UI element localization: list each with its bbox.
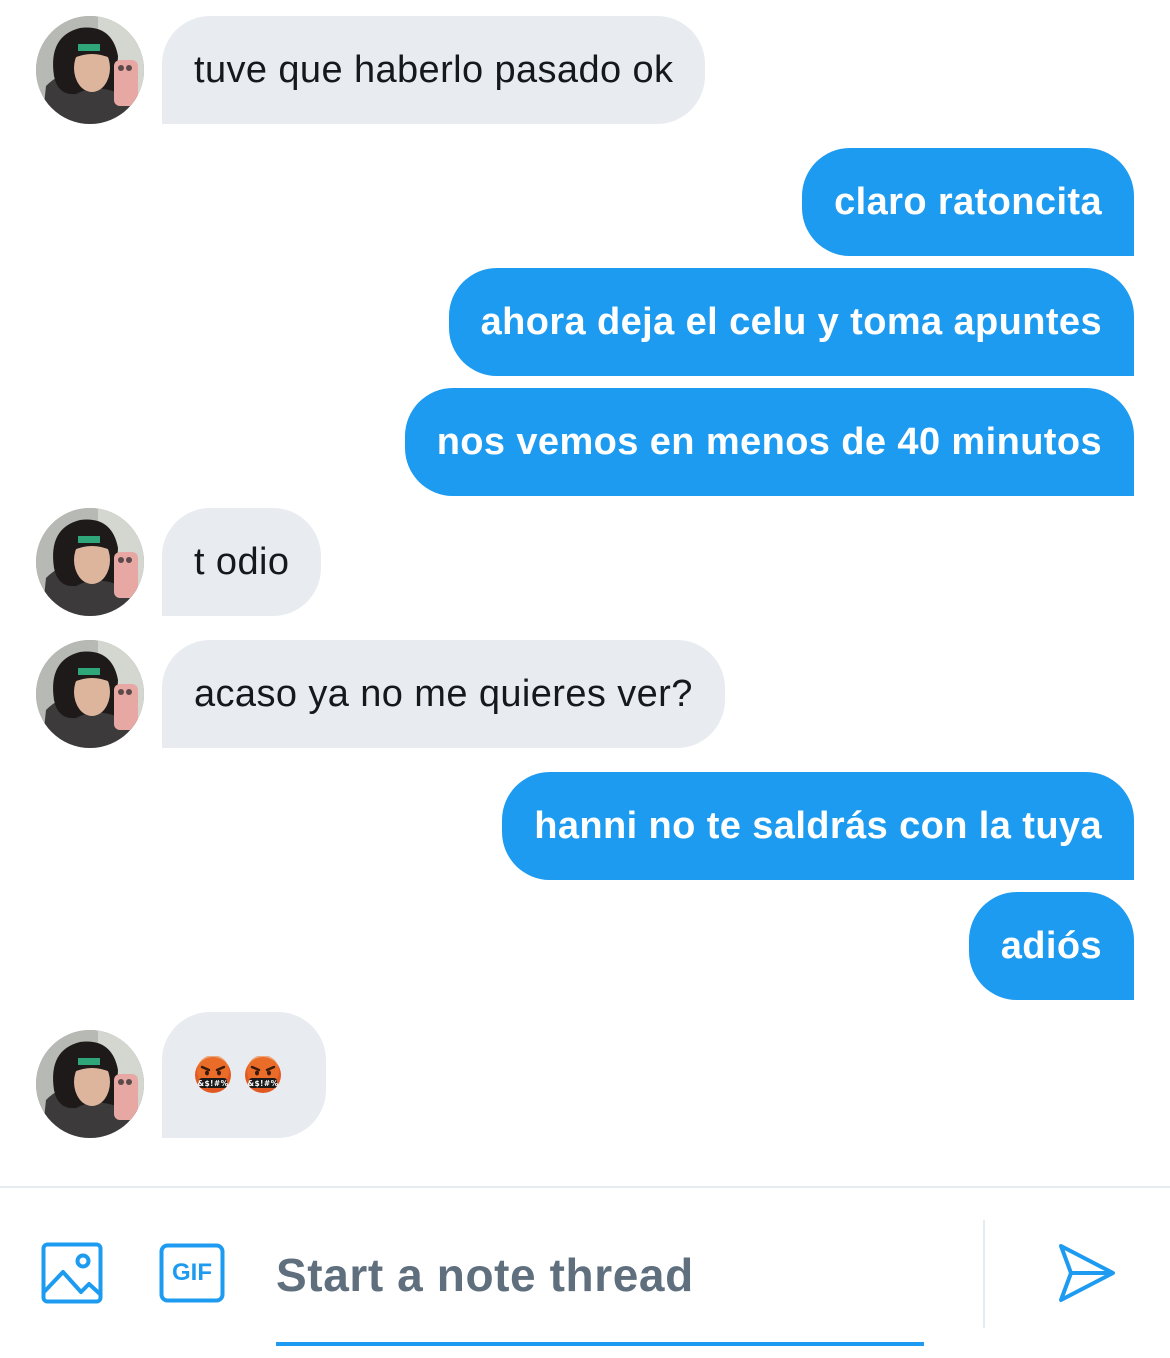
message-bubble-incoming[interactable]: &$!#% &$!#%: [162, 1012, 326, 1138]
gif-label: GIF: [172, 1259, 212, 1286]
avatar[interactable]: [36, 1030, 144, 1138]
message-text: acaso ya no me quieres ver?: [194, 672, 693, 715]
message-bubble-incoming[interactable]: acaso ya no me quieres ver?: [162, 640, 725, 748]
avatar[interactable]: [36, 16, 144, 124]
avatar[interactable]: [36, 508, 144, 616]
message-text: hanni no te saldrás con la tuya: [534, 804, 1102, 847]
send-icon: [1059, 1244, 1115, 1302]
message-text: adiós: [1000, 924, 1102, 967]
message-text: claro ratoncita: [834, 180, 1102, 223]
input-focus-underline: [276, 1342, 924, 1346]
message-text: t odio: [194, 540, 290, 583]
media-button[interactable]: [40, 1240, 104, 1306]
message-bubble-outgoing[interactable]: claro ratoncita: [802, 148, 1134, 256]
message-bubble-incoming[interactable]: tuve que haberlo pasado ok: [162, 16, 706, 124]
image-icon: [41, 1242, 103, 1304]
composer-divider: [0, 1186, 1170, 1188]
message-bubble-outgoing[interactable]: adiós: [968, 892, 1134, 1000]
message-bubble-outgoing[interactable]: ahora deja el celu y toma apuntes: [448, 268, 1134, 376]
message-text: nos vemos en menos de 40 minutos: [436, 420, 1102, 463]
avatar[interactable]: [36, 640, 144, 748]
gif-button[interactable]: GIF: [158, 1242, 226, 1304]
emoji-symbols: &$!#%: [248, 1079, 279, 1088]
emoji-symbols: &$!#%: [198, 1079, 229, 1088]
send-button[interactable]: [1052, 1240, 1120, 1306]
message-bubble-outgoing[interactable]: nos vemos en menos de 40 minutos: [404, 388, 1134, 496]
message-bubble-incoming[interactable]: t odio: [162, 508, 322, 616]
note-thread-input[interactable]: [276, 1240, 924, 1310]
face-with-symbols-on-mouth-icon: &$!#%: [194, 1055, 232, 1094]
message-text: tuve que haberlo pasado ok: [194, 48, 674, 91]
face-with-symbols-on-mouth-icon: &$!#%: [244, 1055, 282, 1094]
message-bubble-outgoing[interactable]: hanni no te saldrás con la tuya: [502, 772, 1134, 880]
message-text: ahora deja el celu y toma apuntes: [480, 300, 1102, 343]
send-divider: [983, 1220, 985, 1328]
